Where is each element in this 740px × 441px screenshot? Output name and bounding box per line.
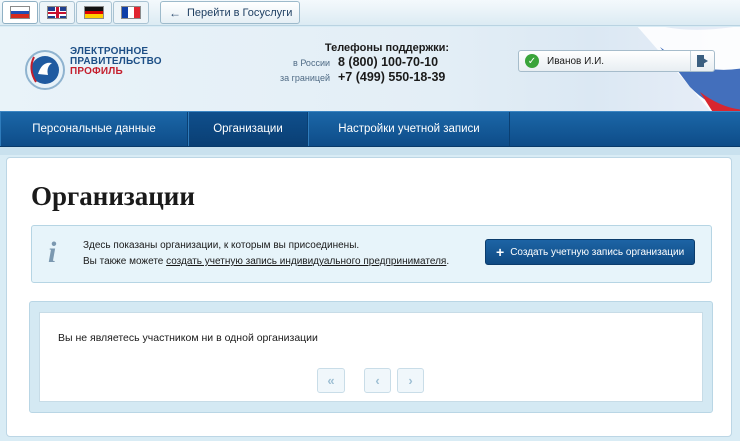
info-box: i Здесь показаны организации, к которым … (31, 225, 712, 283)
tab-organizations[interactable]: Организации (188, 112, 308, 146)
create-entrepreneur-link[interactable]: создать учетную запись индивидуального п… (166, 256, 446, 267)
uk-flag-icon (47, 6, 67, 19)
tab-personal-data[interactable]: Персональные данные (0, 112, 188, 146)
info-text-suffix: . (446, 256, 450, 267)
nav-underline (0, 147, 740, 155)
double-chevron-left-icon: « (327, 373, 335, 388)
organizations-list-panel: Вы не являетесь участником ни в одной ор… (29, 301, 713, 413)
language-de-button[interactable] (76, 1, 112, 24)
phone-row-russia: в России 8 (800) 100-70-10 (276, 55, 466, 69)
info-text-line-2: Вы также можете создать учетную запись и… (83, 256, 449, 267)
phone-row-abroad: за границей +7 (499) 550-18-39 (276, 70, 466, 84)
language-ru-button[interactable] (2, 1, 38, 24)
goto-gosuslugi-button[interactable]: ← Перейти в Госуслуги (160, 1, 300, 24)
arrow-left-icon: ← (169, 5, 181, 20)
egov-logo-text: ЭЛЕКТРОННОЕ ПРАВИТЕЛЬСТВО ПРОФИЛЬ (70, 47, 162, 77)
logout-button[interactable] (690, 51, 714, 71)
russia-flag-icon (10, 6, 30, 19)
user-panel[interactable]: ✓ Иванов И.И. (518, 50, 715, 72)
tab-account-settings[interactable]: Настройки учетной записи (308, 112, 510, 146)
info-icon: i (48, 236, 57, 269)
logo-line-3: ПРОФИЛЬ (70, 66, 123, 77)
chevron-left-icon: ‹ (375, 373, 380, 388)
language-fr-button[interactable] (113, 1, 149, 24)
organizations-list: Вы не являетесь участником ни в одной ор… (39, 312, 703, 402)
france-flag-icon (121, 6, 141, 19)
phone-number: 8 (800) 100-70-10 (338, 55, 439, 69)
top-bar: ← Перейти в Госуслуги (0, 0, 740, 26)
info-text-prefix: Вы также можете (83, 256, 167, 267)
logout-icon (696, 55, 708, 67)
egov-logo-icon[interactable] (24, 49, 66, 91)
pager-prev-button[interactable]: ‹ (364, 368, 391, 393)
chevron-right-icon: › (408, 373, 413, 388)
create-organization-button[interactable]: + Создать учетную запись организации (485, 239, 695, 265)
support-title: Телефоны поддержки: (324, 42, 450, 54)
germany-flag-icon (84, 6, 104, 19)
main-nav: Персональные данные Организации Настройк… (0, 111, 740, 147)
create-organization-label: Создать учетную запись организации (510, 246, 685, 258)
content-card: Организации i Здесь показаны организации… (6, 157, 732, 437)
empty-list-message: Вы не являетесь участником ни в одной ор… (58, 332, 318, 344)
info-text-line-1: Здесь показаны организации, к которым вы… (83, 240, 360, 251)
site-header: ЭЛЕКТРОННОЕ ПРАВИТЕЛЬСТВО ПРОФИЛЬ Телефо… (0, 27, 740, 111)
goto-gosuslugi-label: Перейти в Госуслуги (187, 6, 293, 19)
phone-number: +7 (499) 550-18-39 (338, 70, 446, 84)
pager-first-button[interactable]: « (317, 368, 345, 393)
phone-label: за границей (279, 73, 330, 83)
pager-next-button[interactable]: › (397, 368, 424, 393)
language-en-button[interactable] (39, 1, 75, 24)
phone-label: в России (293, 58, 330, 68)
plus-icon: + (496, 244, 505, 260)
support-phones: Телефоны поддержки: в России 8 (800) 100… (276, 42, 466, 84)
page-title: Организации (31, 181, 195, 211)
user-name[interactable]: Иванов И.И. (547, 56, 690, 67)
check-icon: ✓ (525, 54, 539, 68)
